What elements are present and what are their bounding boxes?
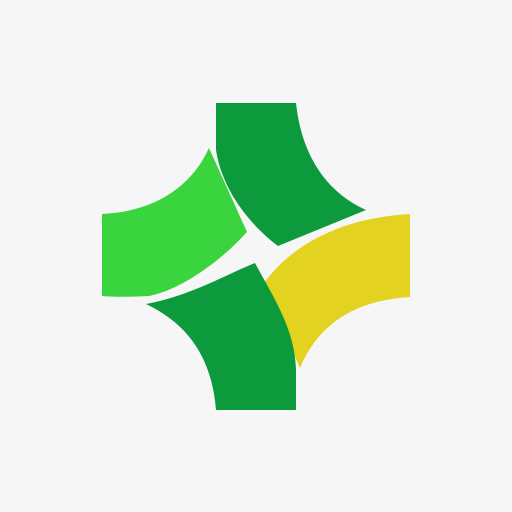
four-petal-cross-logo-icon	[102, 103, 410, 410]
app-icon-canvas	[0, 0, 512, 512]
